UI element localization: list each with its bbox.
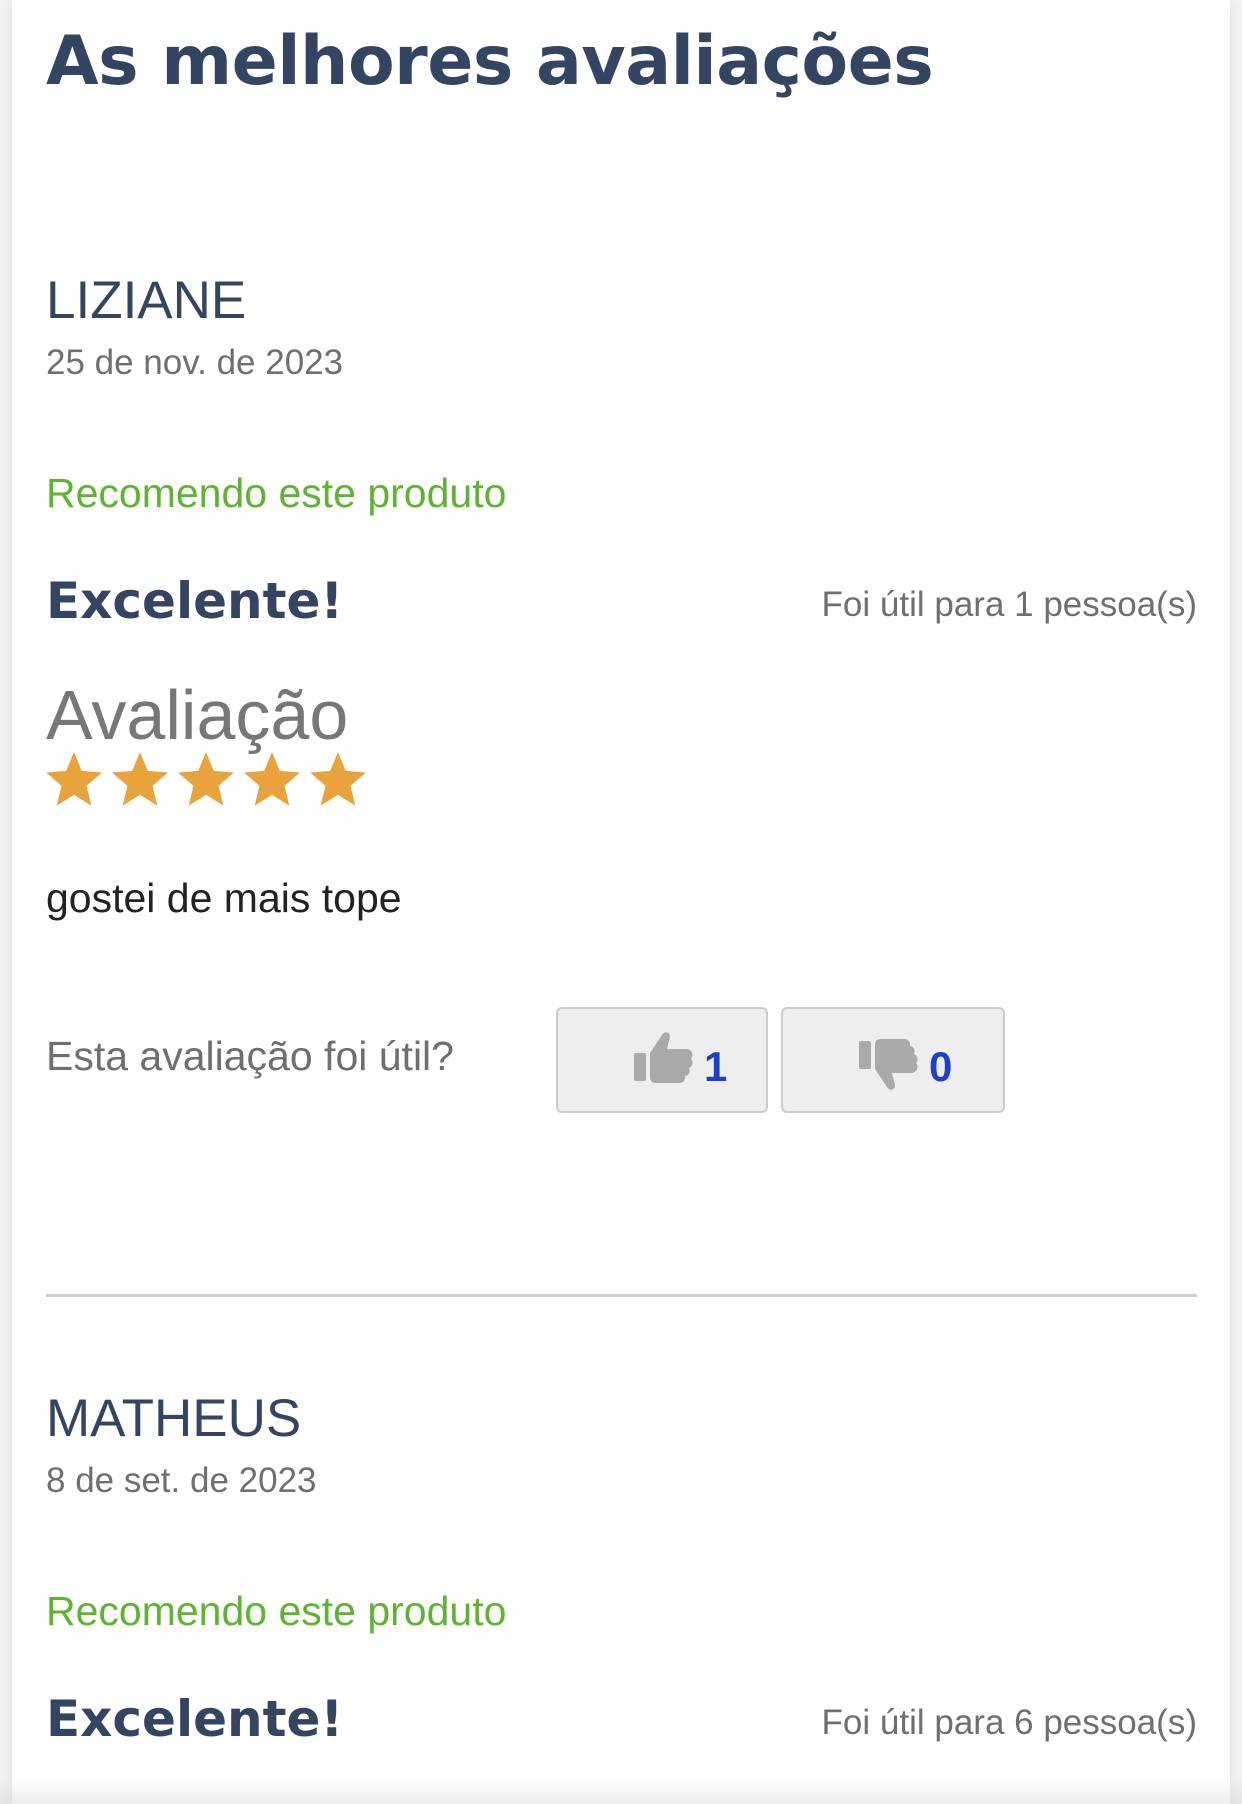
star-icon bbox=[112, 752, 168, 806]
reviews-page: As melhores avaliações LIZIANE 25 de nov… bbox=[12, 0, 1230, 1804]
star-rating bbox=[42, 748, 370, 812]
review-date: 25 de nov. de 2023 bbox=[46, 343, 344, 382]
star-icon bbox=[178, 752, 234, 806]
helpful-no-button[interactable]: 0 bbox=[781, 1007, 1005, 1113]
reviewer-name: LIZIANE bbox=[46, 271, 247, 330]
helpful-no-count: 0 bbox=[929, 1043, 953, 1090]
helpful-question: Esta avaliação foi útil? bbox=[46, 1033, 454, 1079]
rating-label: Avaliação bbox=[46, 676, 349, 754]
helpful-yes-count: 1 bbox=[704, 1043, 728, 1090]
reviewer-name: MATHEUS bbox=[46, 1389, 302, 1448]
review-title: Excelente! bbox=[46, 1690, 344, 1748]
review-date: 8 de set. de 2023 bbox=[46, 1461, 317, 1500]
star-icon bbox=[46, 752, 102, 806]
helpful-yes-button[interactable]: 1 bbox=[556, 1007, 768, 1113]
star-icon bbox=[244, 752, 300, 806]
thumbs-up-icon bbox=[634, 1032, 693, 1083]
useful-count: Foi útil para 6 pessoa(s) bbox=[821, 1703, 1197, 1742]
recommend-label: Recomendo este produto bbox=[46, 1588, 507, 1634]
review-title: Excelente! bbox=[46, 572, 344, 630]
review-divider bbox=[46, 1294, 1197, 1297]
useful-count: Foi útil para 1 pessoa(s) bbox=[821, 585, 1197, 624]
scroll-fade bbox=[0, 1778, 1242, 1804]
star-icon bbox=[310, 752, 366, 806]
review-text: gostei de mais tope bbox=[46, 875, 402, 921]
recommend-label: Recomendo este produto bbox=[46, 470, 507, 516]
thumbs-down-icon bbox=[859, 1039, 918, 1090]
section-title: As melhores avaliações bbox=[46, 22, 934, 101]
